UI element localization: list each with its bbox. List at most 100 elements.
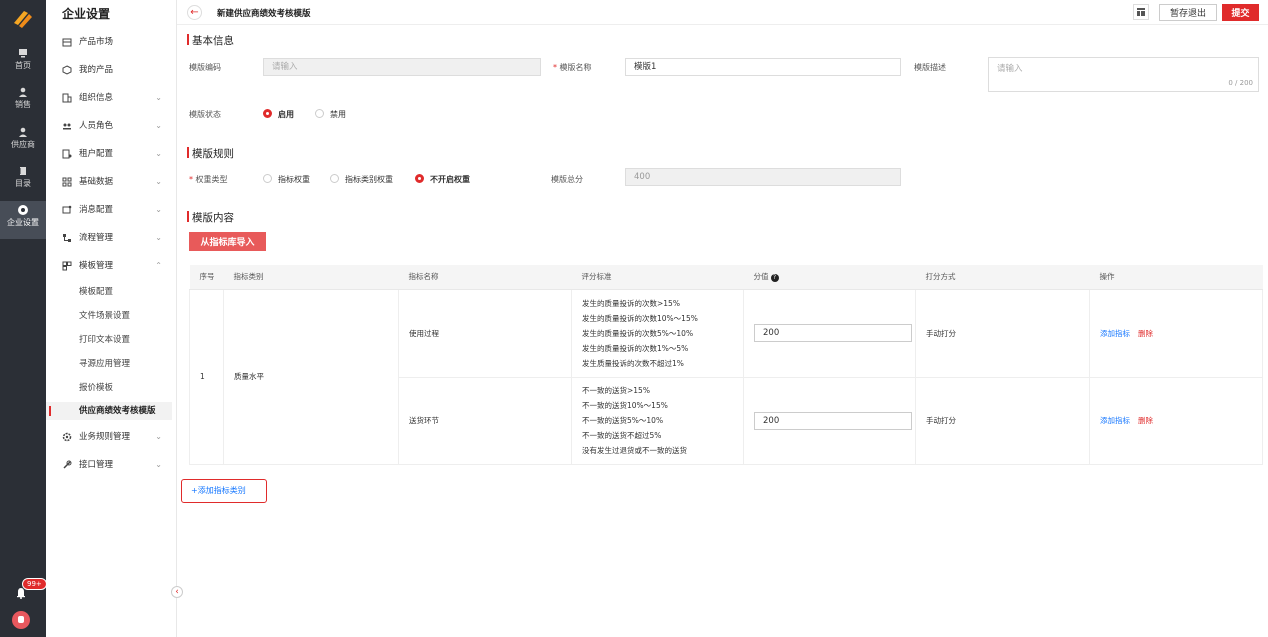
code-input[interactable]: 请输入 xyxy=(263,58,541,76)
rail-item-supplier[interactable]: 供应商 xyxy=(0,127,46,150)
metrics-table: 序号 指标类别 指标名称 评分标准 分值? 打分方式 操作 1 质量水平 使用过… xyxy=(189,265,1263,465)
chevron-down-icon: ⌄ xyxy=(155,460,162,469)
submenu-item[interactable]: 模板配置 xyxy=(79,283,113,301)
save-draft-button[interactable]: 暂存退出 xyxy=(1159,4,1217,21)
delete-link[interactable]: 删除 xyxy=(1138,329,1153,338)
submenu-item[interactable]: 打印文本设置 xyxy=(79,331,130,349)
template-icon xyxy=(62,261,72,271)
rail-item-catalog[interactable]: 目录 xyxy=(0,166,46,189)
logo-icon xyxy=(14,11,32,28)
weight-off-radio[interactable]: 不开启权重 xyxy=(415,174,470,185)
menu-item-api[interactable]: 接口管理 ⌄ xyxy=(62,456,174,474)
weight-metric-radio[interactable]: 指标权重 xyxy=(263,174,310,185)
actions-cell: 添加指标 删除 xyxy=(1089,376,1263,465)
back-arrow-icon[interactable]: ← xyxy=(187,5,202,20)
rail-label: 企业设置 xyxy=(7,218,39,227)
menu-item-message[interactable]: 消息配置 ⌄ xyxy=(62,201,174,219)
weight-category-radio[interactable]: 指标类别权重 xyxy=(330,174,393,185)
side-menu: 企业设置 产品市场 我的产品 组织信息 ⌄ 人员角色 ⌄ 租户配置 ⌄ 基础数据 ⌄ 消… xyxy=(46,0,177,637)
criteria-cell: 不一致的送货>15% 不一致的送货10%～15% 不一致的送货5%～10% 不一致的送… xyxy=(571,376,744,465)
cube-icon xyxy=(62,65,72,75)
menu-item-template[interactable]: 模板管理 ⌃ xyxy=(62,257,174,275)
menu-item-flow[interactable]: 流程管理 ⌄ xyxy=(62,229,174,247)
status-enabled-radio[interactable]: 启用 xyxy=(263,109,294,120)
section-rules: 模版规则 xyxy=(187,146,234,161)
section-basic: 基本信息 xyxy=(187,33,234,48)
menu-item-my-products[interactable]: 我的产品 xyxy=(62,61,174,79)
tenant-icon xyxy=(62,149,72,159)
method-cell: 手动打分 xyxy=(915,376,1090,465)
bell-icon[interactable] xyxy=(16,587,26,599)
help-icon[interactable]: ? xyxy=(770,274,779,283)
rail-label: 首页 xyxy=(15,61,31,70)
submenu-item-active[interactable]: 供应商绩效考核模版 xyxy=(46,402,172,420)
actions-cell: 添加指标 删除 xyxy=(1089,288,1263,378)
col-header: 操作 xyxy=(1089,265,1263,290)
chevron-down-icon: ⌄ xyxy=(155,205,162,214)
desc-textarea[interactable]: 请输入 0 / 200 xyxy=(988,57,1259,92)
submenu-item[interactable]: 寻源应用管理 xyxy=(79,355,130,373)
delete-link[interactable]: 删除 xyxy=(1138,416,1153,425)
criteria-cell: 发生的质量投诉的次数>15% 发生的质量投诉的次数10%～15% 发生的质量投诉的次… xyxy=(571,288,744,378)
col-header: 分值? xyxy=(743,265,916,290)
status-label: 模版状态 xyxy=(189,110,221,119)
chevron-down-icon: ⌄ xyxy=(155,149,162,158)
rail-item-settings[interactable]: 企业设置 xyxy=(0,201,46,239)
data-icon xyxy=(62,177,72,187)
name-input[interactable]: 模版1 xyxy=(625,58,901,76)
rail-item-sales[interactable]: 销售 xyxy=(0,87,46,110)
page-header: ← 新建供应商绩效考核模版 暂存退出 提交 xyxy=(177,0,1268,25)
person-icon xyxy=(19,127,27,137)
menu-item-basic-data[interactable]: 基础数据 ⌄ xyxy=(62,173,174,191)
layout-icon[interactable] xyxy=(1133,4,1149,20)
add-metric-link[interactable]: 添加指标 xyxy=(1100,329,1130,338)
collapse-menu-icon[interactable]: ‹ xyxy=(171,586,183,598)
user-avatar[interactable] xyxy=(12,611,30,629)
col-header: 指标名称 xyxy=(398,265,572,290)
submenu-item[interactable]: 报价模板 xyxy=(79,379,113,397)
menu-item-rules[interactable]: 业务规则管理 ⌄ xyxy=(62,428,174,446)
rail-label: 销售 xyxy=(15,100,31,109)
person-icon xyxy=(19,87,27,97)
users-icon xyxy=(63,123,71,130)
app-rail: 首页 销售 供应商 目录 企业设置 99+ xyxy=(0,0,47,637)
category-cell: 质量水平 xyxy=(223,288,399,465)
score-input[interactable]: 200 xyxy=(754,324,912,342)
catalog-icon xyxy=(19,167,26,175)
add-metric-link[interactable]: 添加指标 xyxy=(1100,416,1130,425)
status-disabled-radio[interactable]: 禁用 xyxy=(315,109,346,120)
code-label: 模版编码 xyxy=(189,63,221,72)
storefront-icon xyxy=(62,38,72,47)
row-number: 1 xyxy=(189,288,224,465)
submit-button[interactable]: 提交 xyxy=(1222,4,1259,21)
chevron-down-icon: ⌄ xyxy=(155,233,162,242)
rail-item-home[interactable]: 首页 xyxy=(0,48,46,71)
metric-name: 送货环节 xyxy=(398,376,572,465)
submenu-item[interactable]: 文件场景设置 xyxy=(79,307,130,325)
total-input: 400 xyxy=(625,168,901,186)
desc-label: 模版描述 xyxy=(914,63,946,72)
chevron-up-icon: ⌃ xyxy=(155,261,162,270)
menu-item-tenant[interactable]: 租户配置 ⌄ xyxy=(62,145,174,163)
menu-item-market[interactable]: 产品市场 xyxy=(62,33,174,51)
chevron-down-icon: ⌄ xyxy=(155,121,162,130)
flow-icon xyxy=(63,234,71,242)
char-count: 0 / 200 xyxy=(1228,79,1253,87)
monitor-icon xyxy=(19,49,27,58)
table-row: 1 质量水平 使用过程 发生的质量投诉的次数>15% 发生的质量投诉的次数10%～… xyxy=(189,288,1263,465)
metric-name: 使用过程 xyxy=(398,288,572,378)
menu-item-org[interactable]: 组织信息 ⌄ xyxy=(62,89,174,107)
menu-item-roles[interactable]: 人员角色 ⌄ xyxy=(62,117,174,135)
add-category-button[interactable]: +添加指标类别 xyxy=(181,479,267,503)
page-title: 新建供应商绩效考核模版 xyxy=(217,9,311,19)
chevron-down-icon: ⌄ xyxy=(155,432,162,441)
org-icon xyxy=(62,93,72,103)
col-header: 序号 xyxy=(189,265,224,290)
col-header: 评分标准 xyxy=(571,265,744,290)
total-label: 模版总分 xyxy=(551,175,583,184)
score-input[interactable]: 200 xyxy=(754,411,912,430)
section-content: 模版内容 xyxy=(187,210,234,225)
col-header: 指标类别 xyxy=(223,265,399,290)
import-from-library-button[interactable]: 从指标库导入 xyxy=(189,232,266,251)
name-label: * 模版名称 xyxy=(553,63,592,72)
